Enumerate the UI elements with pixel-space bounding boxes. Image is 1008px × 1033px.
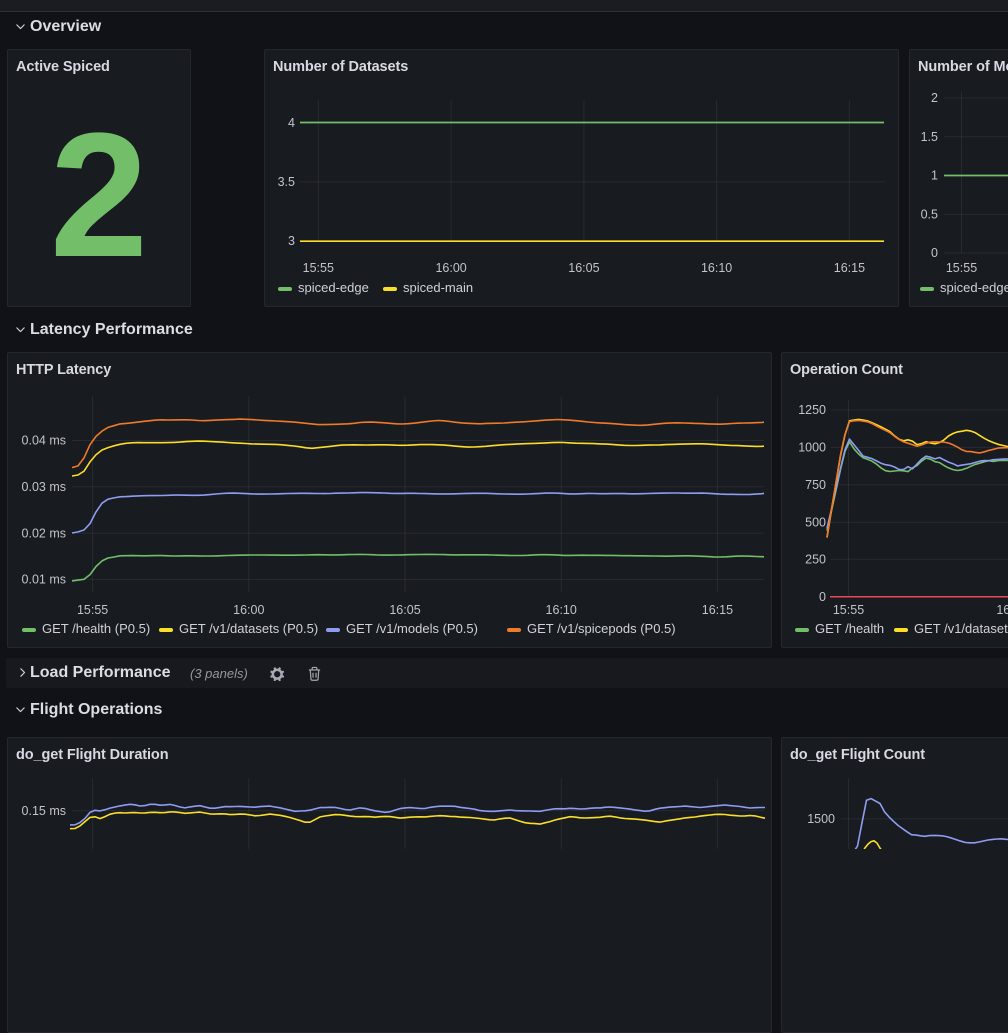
svg-text:750: 750 <box>805 478 826 492</box>
svg-text:15:55: 15:55 <box>303 261 334 275</box>
svg-text:16:00: 16:00 <box>233 603 264 617</box>
svg-text:3: 3 <box>288 234 295 248</box>
svg-text:0.04 ms: 0.04 ms <box>22 434 66 448</box>
svg-text:15:55: 15:55 <box>833 603 864 617</box>
svg-text:0: 0 <box>819 590 826 604</box>
svg-text:500: 500 <box>805 515 826 529</box>
svg-text:0.5: 0.5 <box>921 207 938 221</box>
svg-text:16:00: 16:00 <box>435 261 466 275</box>
svg-text:15:55: 15:55 <box>946 261 977 275</box>
svg-text:0.03 ms: 0.03 ms <box>22 480 66 494</box>
svg-text:0.02 ms: 0.02 ms <box>22 526 66 540</box>
svg-text:16:10: 16:10 <box>701 261 732 275</box>
svg-text:16:00: 16:00 <box>996 603 1008 617</box>
svg-text:2: 2 <box>931 91 938 105</box>
svg-text:16:05: 16:05 <box>389 603 420 617</box>
svg-text:1500: 1500 <box>807 812 835 826</box>
svg-text:0.01 ms: 0.01 ms <box>22 573 66 587</box>
svg-text:0: 0 <box>931 246 938 260</box>
svg-text:16:05: 16:05 <box>568 261 599 275</box>
svg-text:16:15: 16:15 <box>834 261 865 275</box>
svg-text:3.5: 3.5 <box>278 175 295 189</box>
svg-text:15:55: 15:55 <box>77 603 108 617</box>
svg-text:1000: 1000 <box>798 441 826 455</box>
svg-text:1: 1 <box>931 169 938 183</box>
svg-text:1250: 1250 <box>798 403 826 417</box>
svg-text:1.5: 1.5 <box>921 130 938 144</box>
svg-text:250: 250 <box>805 553 826 567</box>
svg-text:0.15 ms: 0.15 ms <box>22 804 66 818</box>
svg-text:4: 4 <box>288 116 295 130</box>
svg-text:16:15: 16:15 <box>702 603 733 617</box>
svg-text:16:10: 16:10 <box>546 603 577 617</box>
